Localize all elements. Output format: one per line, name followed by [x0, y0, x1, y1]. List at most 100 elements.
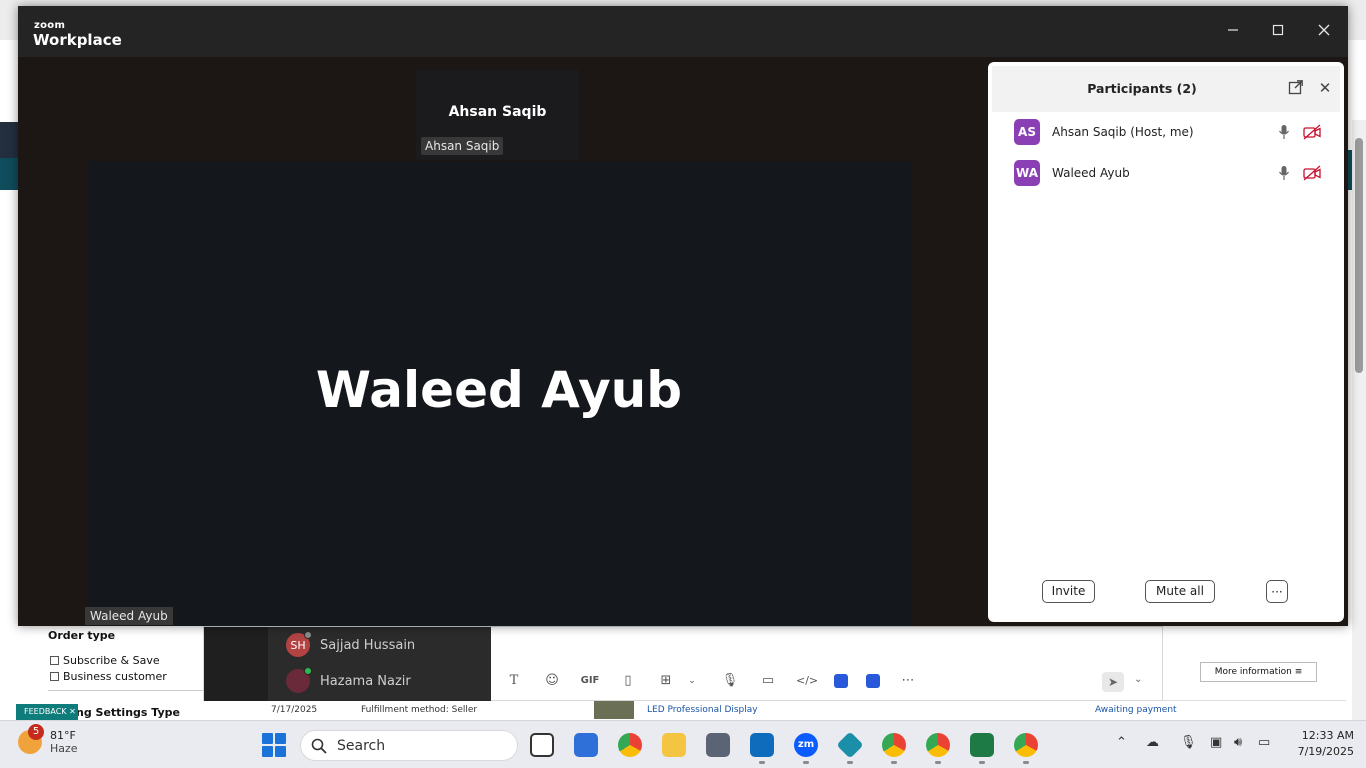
app-icon[interactable]	[836, 731, 864, 759]
chat-window: SH Sajjad Hussain Hazama Nazir T ☺ GIF ▯…	[203, 626, 1163, 701]
loop-component-icon[interactable]: ⊞	[656, 673, 676, 688]
background-nav-menu[interactable]	[0, 122, 20, 158]
zoom-app-icon[interactable]: zm	[794, 733, 818, 757]
weather-widget[interactable]: 5 81°F Haze	[18, 724, 78, 755]
taskbar-search[interactable]: Search	[300, 730, 518, 761]
send-icon[interactable]: ➤	[1102, 672, 1124, 692]
order-status[interactable]: Awaiting payment	[1095, 705, 1177, 715]
page-scrollbar[interactable]	[1352, 120, 1366, 720]
app-icon[interactable]	[834, 673, 848, 688]
more-icon[interactable]: ⋯	[898, 673, 918, 688]
avatar: SH	[286, 631, 312, 657]
chat-item-hazama[interactable]: Hazama Nazir	[286, 667, 411, 693]
status-away-icon	[304, 631, 312, 639]
participants-title: Participants (2)	[1087, 81, 1197, 96]
close-icon	[1318, 24, 1330, 36]
sun-haze-icon: 5	[18, 724, 44, 754]
maximize-button[interactable]	[1266, 18, 1290, 42]
chat-item-label: Hazama Nazir	[320, 673, 411, 689]
order-type-heading: Order type	[48, 629, 116, 642]
microphone-icon[interactable]: 🎙︎	[720, 673, 740, 688]
mute-all-button[interactable]: Mute all	[1145, 580, 1215, 603]
close-button[interactable]	[1312, 18, 1336, 42]
file-explorer-icon[interactable]	[662, 733, 686, 757]
chat-item-label: Sajjad Hussain	[320, 637, 416, 653]
cloud-offline-icon[interactable]: ☁	[1146, 735, 1159, 750]
participant-name: Waleed Ayub	[1052, 166, 1130, 180]
chrome-icon[interactable]	[618, 733, 642, 757]
chat-item-sajjad[interactable]: SH Sajjad Hussain	[286, 631, 416, 657]
chevron-down-icon[interactable]: ⌄	[682, 676, 702, 686]
video-off-icon[interactable]	[1302, 165, 1322, 181]
clock-date: 7/19/2025	[1297, 745, 1354, 758]
participant-row[interactable]: AS Ahsan Saqib (Host, me)	[1014, 119, 1332, 145]
active-speaker-name: Waleed Ayub	[315, 361, 683, 419]
more-options-button[interactable]: ···	[1266, 580, 1288, 603]
background-nav-item[interactable]	[0, 158, 20, 190]
invite-button[interactable]: Invite	[1042, 580, 1095, 603]
chevron-up-icon[interactable]: ⌃	[1116, 735, 1127, 750]
participant-avatar: WA	[1014, 160, 1040, 186]
clock-time: 12:33 AM	[1301, 729, 1354, 742]
minimize-icon	[1228, 29, 1238, 31]
order-row[interactable]: 7/17/2025 Fulfillment method: Seller LED…	[226, 700, 1346, 720]
chat-sidebar: SH Sajjad Hussain Hazama Nazir	[204, 627, 491, 701]
chrome-profile-icon[interactable]	[1014, 733, 1038, 757]
format-text-icon[interactable]: T	[504, 673, 524, 688]
running-indicator	[979, 761, 985, 764]
outlook-icon[interactable]	[750, 733, 774, 757]
active-speaker-label: Waleed Ayub	[85, 607, 173, 625]
code-icon[interactable]: </>	[796, 674, 818, 687]
chrome-profile-icon[interactable]	[882, 733, 906, 757]
search-placeholder: Search	[337, 737, 386, 754]
calculator-icon[interactable]	[706, 733, 730, 757]
business-customer-checkbox[interactable]: Business customer	[50, 670, 167, 683]
chevron-down-icon[interactable]: ⌄	[1134, 674, 1142, 685]
video-tile-label: Ahsan Saqib	[421, 137, 504, 155]
gif-button[interactable]: GIF	[580, 675, 600, 686]
video-off-icon[interactable]	[1302, 124, 1322, 140]
microsoft-store-icon[interactable]	[574, 733, 598, 757]
product-thumbnail[interactable]	[594, 701, 634, 719]
windows-taskbar: 5 81°F Haze Search zm ⌃ ☁ 🎙︎ ▣ 🔊︎ ▭ 12:3…	[0, 720, 1366, 768]
app-icon[interactable]	[866, 673, 880, 688]
microphone-icon[interactable]	[1278, 165, 1290, 181]
microphone-icon[interactable]	[1278, 124, 1290, 140]
feedback-tab[interactable]: FEEDBACK ✕	[16, 704, 78, 720]
video-tile-waleed[interactable]: Waleed Ayub	[87, 161, 911, 626]
fulfillment-method: Fulfillment method: Seller	[361, 705, 478, 715]
task-view-icon[interactable]	[530, 733, 554, 757]
subscribe-save-checkbox[interactable]: Subscribe & Save	[50, 654, 160, 667]
maximize-icon	[1272, 24, 1284, 36]
start-button[interactable]	[262, 733, 286, 757]
microphone-icon[interactable]: 🎙︎	[1180, 735, 1197, 750]
running-indicator	[759, 761, 765, 764]
windows-logo-icon	[262, 733, 273, 744]
network-icon[interactable]: ▣	[1210, 735, 1222, 750]
system-clock[interactable]: 12:33 AM 7/19/2025	[1282, 728, 1354, 760]
battery-icon[interactable]: ▭	[1258, 735, 1270, 750]
compose-toolbar: T ☺ GIF ▯ ⊞ ⌄ 🎙︎ ▭ </> ⋯	[504, 673, 918, 688]
running-indicator	[891, 761, 897, 764]
excel-icon[interactable]	[970, 733, 994, 757]
scrollbar-thumb[interactable]	[1355, 138, 1363, 373]
participants-panel: Participants (2) ✕ AS Ahsan Saqib (Host,…	[988, 62, 1344, 622]
running-indicator	[935, 761, 941, 764]
minimize-button[interactable]	[1221, 18, 1245, 42]
more-information-button[interactable]: More information ≡	[1200, 662, 1317, 682]
pop-out-icon[interactable]	[1288, 79, 1306, 97]
sticker-icon[interactable]: ▯	[618, 673, 638, 688]
close-icon[interactable]: ✕	[1316, 79, 1334, 97]
search-icon	[311, 738, 327, 754]
video-icon[interactable]: ▭	[758, 673, 778, 688]
menu-icon: ≡	[1294, 667, 1303, 677]
participant-row[interactable]: WA Waleed Ayub	[1014, 160, 1332, 186]
video-tile-name: Ahsan Saqib	[448, 104, 547, 120]
volume-icon[interactable]: 🔊︎	[1234, 735, 1242, 750]
emoji-icon[interactable]: ☺	[542, 673, 562, 688]
zoom-title-bar[interactable]: zoom Workplace	[18, 6, 1348, 57]
zoom-workplace-title: Workplace	[33, 31, 122, 49]
chrome-profile-icon[interactable]	[926, 733, 950, 757]
product-link[interactable]: LED Professional Display	[647, 705, 758, 715]
close-icon[interactable]: ✕	[69, 707, 76, 716]
